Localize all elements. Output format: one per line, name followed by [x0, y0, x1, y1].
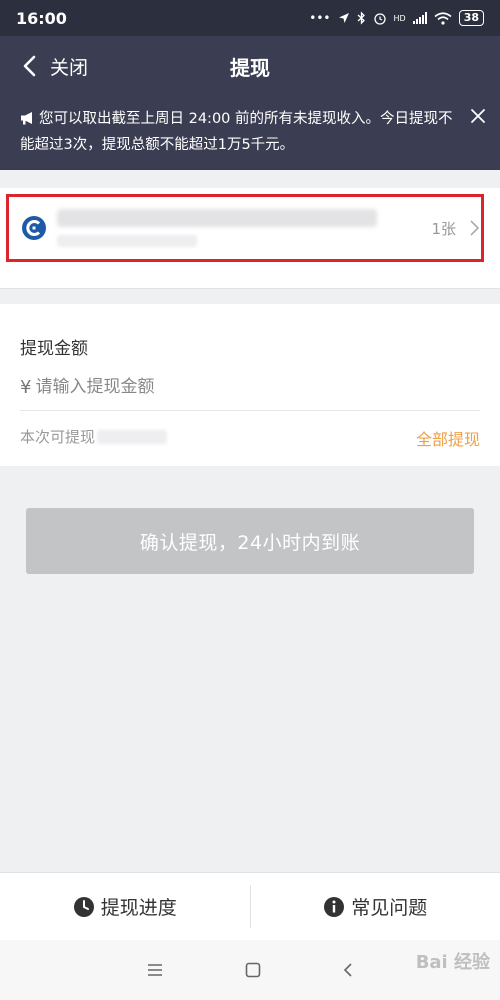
- available-label: 本次可提现: [20, 428, 96, 446]
- network-label: HD: [393, 13, 406, 23]
- nav-bar: 关闭 提现: [0, 36, 500, 96]
- notice-text: 您可以取出截至上周日 24:00 前的所有未提现收入。今日提现不能超过3次，提现…: [20, 111, 453, 153]
- available-value-redacted: [97, 429, 168, 444]
- withdraw-progress-label: 提现进度: [100, 897, 177, 919]
- megaphone-icon: [21, 112, 32, 125]
- faq-label: 常见问题: [351, 897, 428, 919]
- card-holder-redacted: [57, 235, 197, 247]
- card-number-redacted: [57, 209, 377, 227]
- amount-input-row: ¥: [20, 370, 480, 404]
- card-info-redacted: [57, 209, 377, 247]
- divider: [0, 288, 500, 289]
- faq-button[interactable]: 常见问题: [251, 873, 500, 940]
- wifi-icon: [434, 11, 452, 25]
- back-icon[interactable]: [343, 962, 353, 978]
- status-time: 16:00: [16, 8, 67, 28]
- withdraw-all-link[interactable]: 全部提现: [416, 426, 480, 450]
- available-amount: 本次可提现: [20, 426, 168, 447]
- clock-icon: [73, 896, 94, 917]
- status-bar: 16:00 ••• HD 38: [0, 0, 500, 36]
- close-icon[interactable]: [470, 108, 486, 124]
- bluetooth-icon: [357, 11, 365, 25]
- divider: [20, 410, 480, 411]
- signal-icon: [412, 12, 427, 24]
- amount-input[interactable]: [35, 377, 436, 397]
- menu-icon[interactable]: [147, 963, 163, 977]
- info-icon: [324, 896, 345, 917]
- battery-icon: 38: [458, 10, 484, 26]
- amount-label: 提现金额: [20, 339, 88, 359]
- notice-banner: 您可以取出截至上周日 24:00 前的所有未提现收入。今日提现不能超过3次，提现…: [0, 96, 500, 170]
- chevron-right-icon: [470, 220, 479, 236]
- location-icon: [338, 13, 349, 23]
- close-button[interactable]: 关闭: [0, 36, 88, 96]
- currency-symbol: ¥: [20, 376, 32, 398]
- dots-icon: •••: [309, 11, 331, 25]
- bottom-bar: 提现进度 常见问题: [0, 872, 500, 940]
- chevron-left-icon: [23, 55, 36, 77]
- bank-card-row[interactable]: 1张: [6, 194, 484, 262]
- bank-card-section: 1张: [0, 188, 500, 289]
- close-label: 关闭: [50, 56, 89, 79]
- amount-section: 提现金额 ¥ 本次可提现 全部提现: [0, 304, 500, 466]
- watermark: Bai 经验: [415, 952, 490, 973]
- confirm-withdraw-button[interactable]: 确认提现，24小时内到账: [26, 508, 474, 574]
- withdraw-progress-button[interactable]: 提现进度: [0, 873, 250, 940]
- home-icon[interactable]: [245, 962, 261, 978]
- status-icons: ••• HD 38: [309, 10, 484, 26]
- bank-logo-icon: [22, 216, 46, 240]
- card-count: 1张: [431, 219, 456, 238]
- alarm-icon: [373, 13, 386, 25]
